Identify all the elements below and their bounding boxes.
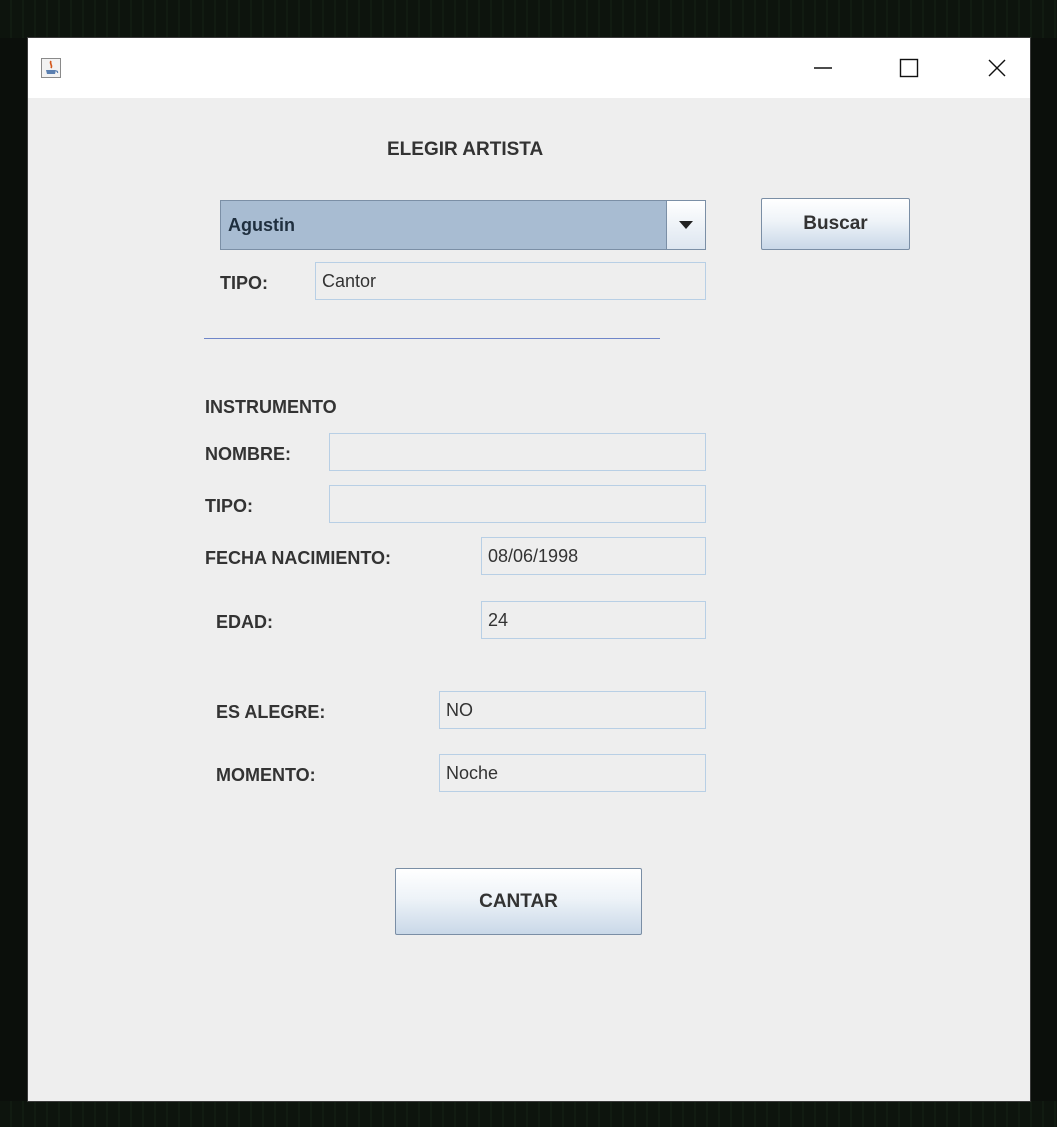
maximize-button[interactable] <box>880 38 938 98</box>
age-label: EDAD: <box>216 612 273 632</box>
is-happy-label: ES ALEGRE: <box>216 702 326 722</box>
instrument-name-field[interactable] <box>329 433 706 471</box>
sing-button[interactable]: CANTAR <box>395 868 642 935</box>
desktop-background-bottom <box>0 1101 1057 1127</box>
instrument-type-field[interactable] <box>329 485 706 523</box>
instrument-section-title: INSTRUMENTO <box>205 397 337 417</box>
title-bar <box>28 38 1030 98</box>
is-happy-field[interactable]: NO <box>439 691 706 729</box>
app-window: ELEGIR ARTISTA Agustin Buscar TIPO: Cant… <box>28 38 1030 1101</box>
birth-date-field[interactable]: 08/06/1998 <box>481 537 706 575</box>
minimize-icon <box>814 67 832 69</box>
artist-select-value: Agustin <box>228 214 295 235</box>
instrument-type-label: TIPO: <box>205 496 253 516</box>
close-icon <box>988 59 1006 77</box>
age-field[interactable]: 24 <box>481 601 706 639</box>
dropdown-arrow-button[interactable] <box>666 201 705 249</box>
desktop-background-top <box>0 0 1057 38</box>
artist-type-field[interactable]: Cantor <box>315 262 706 300</box>
birth-date-label: FECHA NACIMIENTO: <box>205 548 391 568</box>
artist-type-label: TIPO: <box>220 273 268 293</box>
instrument-name-label: NOMBRE: <box>205 444 291 464</box>
moment-label: MOMENTO: <box>216 765 316 785</box>
dropdown-arrow-icon <box>679 221 693 229</box>
close-button[interactable] <box>968 38 1026 98</box>
section-separator <box>204 338 660 339</box>
maximize-icon <box>899 58 919 78</box>
page-title: ELEGIR ARTISTA <box>387 139 544 160</box>
java-icon[interactable] <box>41 58 61 78</box>
artist-select[interactable]: Agustin <box>220 200 706 250</box>
moment-field[interactable]: Noche <box>439 754 706 792</box>
minimize-button[interactable] <box>794 38 852 98</box>
search-button[interactable]: Buscar <box>761 198 910 250</box>
